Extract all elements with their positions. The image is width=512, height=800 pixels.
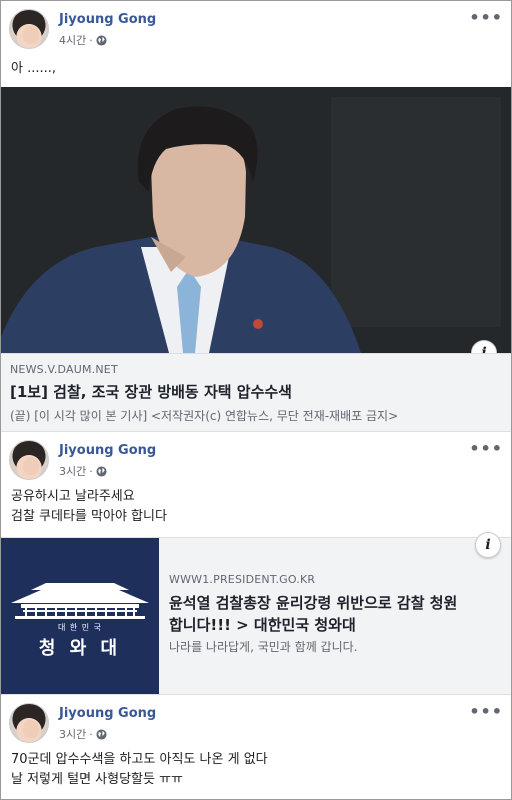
link-domain: WWW1.PRESIDENT.GO.KR	[169, 573, 316, 586]
link-preview[interactable]: 대 한 민 국 청 와 대 i WWW1.PRESIDENT.GO.KR 윤석열…	[1, 532, 511, 695]
post-meta: 3시간 ·	[59, 726, 107, 742]
link-caption[interactable]: NEWS.V.DAUM.NET [1보] 검찰, 조국 장관 방배동 자택 압수…	[1, 353, 511, 431]
post-header: Jiyoung Gong 4시간 · •••	[9, 9, 503, 51]
avatar[interactable]	[9, 440, 49, 480]
link-description: 나라를 나라답게, 국민과 함께 갑니다.	[169, 640, 358, 654]
author-name[interactable]: Jiyoung Gong	[59, 706, 156, 721]
more-options-icon[interactable]: •••	[469, 704, 503, 720]
post-text-line-2: 검찰 쿠데타를 막아야 합니다	[11, 509, 167, 524]
link-description: (끝) [이 시각 많이 본 기사] <저작권자(c) 연합뉴스, 무단 전재-…	[10, 409, 399, 423]
post-1: Jiyoung Gong 4시간 · ••• 아 ......, NEWS.V.…	[1, 1, 511, 431]
link-domain: NEWS.V.DAUM.NET	[10, 363, 118, 376]
link-title[interactable]: [1보] 검찰, 조국 장관 방배동 자택 압수수색	[10, 381, 292, 402]
link-title-line-2: 합니다!!! > 대한민국 청와대	[169, 616, 356, 634]
post-meta: 4시간 ·	[59, 32, 107, 48]
separator: ·	[89, 727, 93, 741]
link-body[interactable]: WWW1.PRESIDENT.GO.KR 윤석열 검찰총장 윤리강령 위반으로 …	[169, 538, 501, 694]
post-meta: 3시간 ·	[59, 463, 107, 479]
link-title[interactable]: 윤석열 검찰총장 윤리강령 위반으로 감찰 청원 합니다!!! > 대한민국 청…	[169, 592, 499, 636]
post-text-line-2: 날 저렇게 털면 사형당할듯 ㅠㅠ	[11, 772, 184, 787]
logo-large-text: 청 와 대	[38, 638, 122, 659]
more-options-icon[interactable]: •••	[469, 10, 503, 26]
timestamp[interactable]: 4시간	[59, 32, 86, 48]
link-title-line-1: 윤석열 검찰총장 윤리강령 위반으로 감찰 청원	[169, 594, 458, 612]
news-feed: Jiyoung Gong 4시간 · ••• 아 ......, NEWS.V.…	[0, 0, 512, 800]
news-photo	[1, 87, 511, 353]
globe-icon[interactable]	[96, 34, 107, 46]
avatar[interactable]	[9, 703, 49, 743]
post-text-line-1: 70군데 압수수색을 하고도 아직도 나온 게 없다	[11, 752, 268, 767]
link-image[interactable]: 대 한 민 국 청 와 대	[1, 538, 159, 694]
avatar[interactable]	[9, 9, 49, 49]
globe-icon[interactable]	[96, 728, 107, 740]
timestamp[interactable]: 3시간	[59, 463, 86, 479]
author-name[interactable]: Jiyoung Gong	[59, 12, 156, 27]
globe-icon[interactable]	[96, 465, 107, 477]
post-2: Jiyoung Gong 3시간 · ••• 공유하시고 날라주세요 검찰 쿠데…	[1, 432, 511, 695]
link-image[interactable]	[1, 87, 511, 353]
logo-small-text: 대 한 민 국	[57, 623, 103, 632]
timestamp[interactable]: 3시간	[59, 726, 86, 742]
post-text: 아 ......,	[11, 61, 57, 76]
post-3: Jiyoung Gong 3시간 · ••• 70군데 압수수색을 하고도 아직…	[1, 695, 511, 799]
post-header: Jiyoung Gong 3시간 · •••	[9, 440, 503, 482]
separator: ·	[89, 464, 93, 478]
separator: ·	[89, 33, 93, 47]
author-name[interactable]: Jiyoung Gong	[59, 443, 156, 458]
more-options-icon[interactable]: •••	[469, 441, 503, 457]
blue-house-logo	[1, 538, 159, 694]
post-header: Jiyoung Gong 3시간 · •••	[9, 703, 503, 745]
post-text-line-1: 공유하시고 날라주세요	[11, 489, 135, 504]
